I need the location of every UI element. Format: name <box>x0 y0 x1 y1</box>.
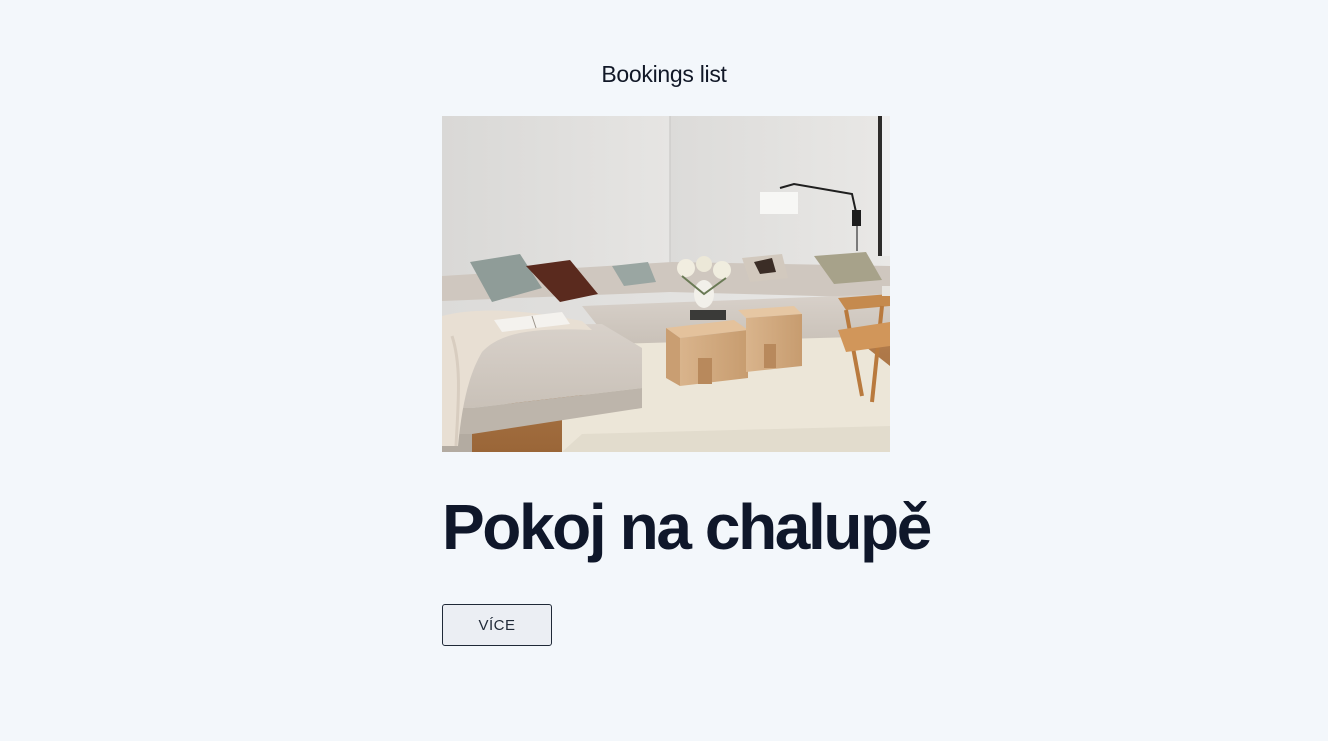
more-button[interactable]: VÍCE <box>442 604 552 646</box>
page-title: Bookings list <box>601 61 727 87</box>
booking-card: Pokoj na chalupě VÍCE <box>442 116 932 646</box>
booking-title: Pokoj na chalupě <box>442 491 932 563</box>
booking-photo <box>442 116 890 452</box>
